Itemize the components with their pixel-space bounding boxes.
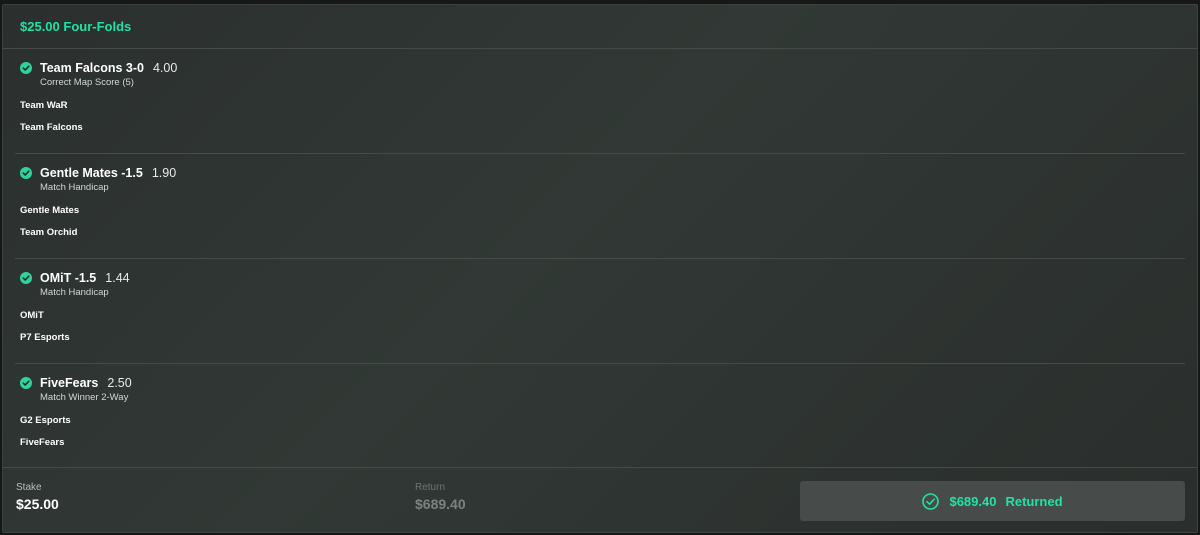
selection-market: Match Handicap	[40, 287, 109, 298]
team-away: P7 Esports	[20, 332, 70, 343]
bet-footer: Stake $25.00 Return $689.40 $689.40 Retu…	[3, 467, 1197, 532]
check-circle-icon	[20, 376, 32, 389]
check-circle-outline-icon	[922, 492, 940, 510]
returned-label: Returned	[1005, 493, 1063, 509]
bet-slip-card: $25.00 Four-Folds Team Falcons 3-0 4.00 …	[2, 4, 1198, 533]
bet-header: $25.00 Four-Folds	[3, 5, 1197, 49]
return-value: $689.40	[415, 496, 466, 512]
selection-name: FiveFears	[40, 375, 99, 390]
check-circle-icon	[20, 61, 32, 74]
returned-amount: $689.40	[949, 493, 997, 509]
team-home: Gentle Mates	[20, 205, 80, 216]
selection-name: Team Falcons 3-0	[40, 60, 144, 75]
selection-item: OMiT -1.5 1.44 Match Handicap OMiT P7 Es…	[15, 259, 1185, 364]
selection-item: Team Falcons 3-0 4.00 Correct Map Score …	[15, 49, 1185, 154]
selection-name: Gentle Mates -1.5	[40, 165, 143, 180]
team-home: G2 Esports	[20, 415, 71, 426]
stake-value: $25.00	[16, 496, 59, 512]
return-label: Return	[415, 482, 446, 493]
selection-item: FiveFears 2.50 Match Winner 2-Way G2 Esp…	[15, 364, 1185, 469]
selection-market: Match Handicap	[40, 182, 109, 193]
team-away: Team Falcons	[20, 122, 83, 133]
stake-label: Stake	[16, 482, 42, 493]
selection-name: OMiT -1.5	[40, 270, 97, 285]
selection-odds: 1.90	[151, 165, 177, 180]
bet-title: $25.00 Four-Folds	[20, 19, 132, 34]
selection-odds: 2.50	[107, 375, 132, 390]
selection-item: Gentle Mates -1.5 1.90 Match Handicap Ge…	[15, 154, 1185, 259]
selection-market: Correct Map Score (5)	[40, 77, 134, 88]
check-circle-icon	[20, 271, 32, 284]
returned-button[interactable]: $689.40 Returned	[800, 481, 1185, 521]
selection-market: Match Winner 2-Way	[40, 392, 129, 403]
check-circle-icon	[20, 166, 32, 179]
team-home: Team WaR	[20, 100, 68, 111]
selection-odds: 1.44	[105, 270, 130, 285]
team-away: Team Orchid	[20, 227, 78, 238]
selection-odds: 4.00	[152, 60, 178, 75]
team-home: OMiT	[20, 310, 44, 321]
team-away: FiveFears	[20, 437, 65, 448]
